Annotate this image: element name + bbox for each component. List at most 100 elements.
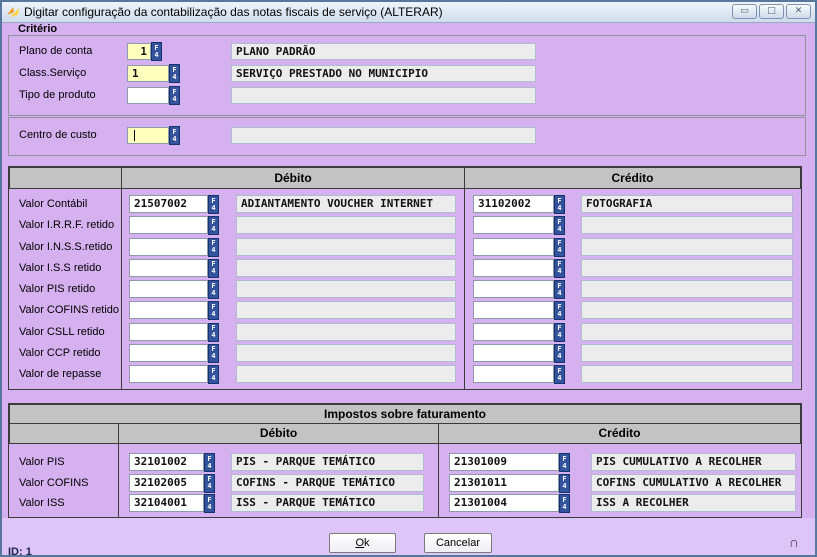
f4-lookup-button[interactable]: F4 — [151, 42, 162, 61]
f4-lookup-button[interactable]: F4 — [169, 86, 180, 105]
f4-lookup-button[interactable]: F4 — [208, 365, 219, 384]
plano-de-conta-input[interactable]: 1 — [127, 43, 151, 60]
debit-account-input[interactable]: 32104001 — [129, 494, 204, 512]
clip-icon: ∩ — [789, 534, 799, 550]
credit-account-input[interactable]: 21301009 — [449, 453, 559, 471]
debit-account-input[interactable]: 32102005 — [129, 474, 204, 492]
debit-account-input[interactable] — [129, 301, 208, 319]
row-label: Valor Contábil — [19, 195, 87, 213]
f4-lookup-button[interactable]: F4 — [204, 453, 215, 472]
accounting-table-body: Valor Contábil 21507002 F4 ADIANTAMENTO … — [9, 189, 801, 389]
f4-lookup-button[interactable]: F4 — [554, 301, 565, 320]
tipo-de-produto-label: Tipo de produto — [19, 87, 96, 104]
debit-description-field — [236, 323, 456, 341]
f4-label-bottom: 4 — [211, 311, 215, 318]
credit-account-input[interactable] — [473, 238, 554, 256]
ok-button[interactable]: Ok — [329, 533, 396, 553]
debit-account-input[interactable]: 21507002 — [129, 195, 208, 213]
credit-description-field — [581, 280, 793, 298]
f4-label-bottom: 4 — [211, 205, 215, 212]
debit-account-input[interactable] — [129, 365, 208, 383]
debit-account-input[interactable] — [129, 216, 208, 234]
f4-lookup-button[interactable]: F4 — [554, 195, 565, 214]
f4-lookup-button[interactable]: F4 — [208, 323, 219, 342]
class-servico-input[interactable]: 1 — [127, 65, 169, 82]
credit-account-input[interactable]: 21301011 — [449, 474, 559, 492]
f4-lookup-button[interactable]: F4 — [554, 259, 565, 278]
f4-lookup-button[interactable]: F4 — [204, 494, 215, 513]
f4-label-bottom: 4 — [557, 375, 561, 382]
table-row: Valor PIS 32101002 F4 PIS - PARQUE TEMÁT… — [9, 453, 801, 471]
class-servico-description: SERVIÇO PRESTADO NO MUNICIPIO — [231, 65, 536, 82]
credit-column-header: Crédito — [464, 167, 801, 189]
tipo-de-produto-input[interactable] — [127, 87, 169, 104]
f4-lookup-button[interactable]: F4 — [208, 301, 219, 320]
debit-description-field — [236, 301, 456, 319]
debit-description-field: ADIANTAMENTO VOUCHER INTERNET — [236, 195, 456, 213]
credit-account-input[interactable]: 31102002 — [473, 195, 554, 213]
f4-lookup-button[interactable]: F4 — [208, 344, 219, 363]
row-label: Valor PIS retido — [19, 280, 95, 298]
impostos-table-title: Impostos sobre faturamento — [9, 404, 801, 424]
f4-lookup-button[interactable]: F4 — [208, 216, 219, 235]
debit-account-input[interactable] — [129, 259, 208, 277]
f4-label-bottom: 4 — [557, 332, 561, 339]
f4-lookup-button[interactable]: F4 — [554, 365, 565, 384]
debit-account-input[interactable] — [129, 323, 208, 341]
f4-lookup-button[interactable]: F4 — [208, 259, 219, 278]
credit-account-input[interactable] — [473, 365, 554, 383]
row-label: Valor ISS — [19, 494, 65, 512]
f4-label-bottom: 4 — [211, 332, 215, 339]
f4-label-bottom: 4 — [557, 205, 561, 212]
debit-account-input[interactable] — [129, 238, 208, 256]
credit-account-input[interactable]: 21301004 — [449, 494, 559, 512]
dialog-window: Digitar configuração da contabilização d… — [0, 0, 817, 557]
f4-lookup-button[interactable]: F4 — [554, 238, 565, 257]
credit-description-field — [581, 344, 793, 362]
f4-label-bottom: 4 — [557, 268, 561, 275]
f4-lookup-button[interactable]: F4 — [554, 344, 565, 363]
plano-de-conta-row: Plano de conta 1 F4 PLANO PADRÃO — [9, 43, 805, 62]
centro-de-custo-input[interactable] — [127, 127, 169, 144]
debit-account-input[interactable]: 32101002 — [129, 453, 204, 471]
credit-description-field — [581, 323, 793, 341]
credit-account-input[interactable] — [473, 301, 554, 319]
credit-account-input[interactable] — [473, 216, 554, 234]
f4-label-bottom: 4 — [211, 375, 215, 382]
f4-label-bottom: 4 — [211, 290, 215, 297]
maximize-button-icon[interactable]: □ — [759, 4, 784, 19]
f4-lookup-button[interactable]: F4 — [208, 195, 219, 214]
f4-lookup-button[interactable]: F4 — [554, 216, 565, 235]
f4-label-bottom: 4 — [557, 226, 561, 233]
f4-lookup-button[interactable]: F4 — [169, 64, 180, 83]
class-servico-label: Class.Serviço — [19, 65, 86, 82]
f4-lookup-button[interactable]: F4 — [554, 323, 565, 342]
debit-description-field: COFINS - PARQUE TEMÁTICO — [231, 474, 424, 492]
minimize-button-icon[interactable]: ▭ — [732, 4, 757, 19]
f4-lookup-button[interactable]: F4 — [559, 494, 570, 513]
close-button-icon[interactable]: ✕ — [786, 4, 811, 19]
credit-account-input[interactable] — [473, 323, 554, 341]
f4-lookup-button[interactable]: F4 — [208, 238, 219, 257]
f4-lookup-button[interactable]: F4 — [208, 280, 219, 299]
f4-lookup-button[interactable]: F4 — [559, 453, 570, 472]
f4-lookup-button[interactable]: F4 — [204, 474, 215, 493]
credit-account-input[interactable] — [473, 280, 554, 298]
cancel-button[interactable]: Cancelar — [424, 533, 492, 553]
credit-description-field: COFINS CUMULATIVO A RECOLHER — [591, 474, 796, 492]
debit-description-field: PIS - PARQUE TEMÁTICO — [231, 453, 424, 471]
credit-account-input[interactable] — [473, 259, 554, 277]
f4-lookup-button[interactable]: F4 — [554, 280, 565, 299]
row-label: Valor COFINS — [19, 474, 88, 492]
centro-de-custo-groupbox: Centro de custo F4 — [8, 117, 806, 156]
f4-label-bottom: 4 — [211, 247, 215, 254]
credit-account-input[interactable] — [473, 344, 554, 362]
f4-lookup-button[interactable]: F4 — [169, 126, 180, 145]
f4-lookup-button[interactable]: F4 — [559, 474, 570, 493]
debit-account-input[interactable] — [129, 344, 208, 362]
criterio-groupbox: Plano de conta 1 F4 PLANO PADRÃO Class.S… — [8, 35, 806, 116]
f4-label-bottom: 4 — [172, 136, 176, 143]
f4-label-bottom: 4 — [154, 52, 158, 59]
debit-description-field: ISS - PARQUE TEMÁTICO — [231, 494, 424, 512]
debit-account-input[interactable] — [129, 280, 208, 298]
